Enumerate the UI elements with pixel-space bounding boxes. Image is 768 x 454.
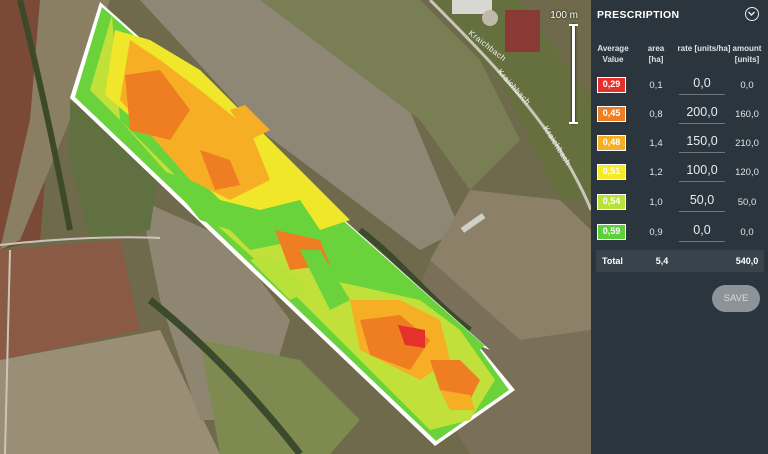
zone-area: 0,8: [649, 109, 663, 120]
zone-amount: 120,0: [735, 167, 759, 178]
table-row: 0,29 0,1 0,0 0,0: [591, 74, 768, 102]
rate-input[interactable]: 100,0: [679, 161, 725, 182]
building-roof: [505, 10, 540, 52]
zone-swatch: 0,29: [597, 77, 626, 93]
zone-swatch: 0,54: [597, 194, 626, 210]
rate-input[interactable]: 50,0: [679, 191, 725, 212]
scale-bar: [569, 24, 578, 124]
save-button[interactable]: SAVE: [712, 285, 760, 312]
header-average-value: Average Value: [597, 44, 629, 64]
total-amount: 540,0: [735, 256, 759, 266]
table-row: 0,59 0,9 0,0 0,0: [591, 221, 768, 249]
table-row: 0,48 1,4 150,0 210,0: [591, 132, 768, 160]
table-row: 0,45 0,8 200,0 160,0: [591, 103, 768, 131]
zone-area: 0,1: [649, 80, 663, 91]
header-area: area [ha]: [647, 44, 665, 64]
zone-amount: 210,0: [735, 138, 759, 149]
total-label: Total: [602, 256, 623, 266]
total-area: 5,4: [655, 256, 669, 266]
table-row: 0,51 1,2 100,0 120,0: [591, 161, 768, 189]
rate-input[interactable]: 0,0: [679, 221, 725, 242]
rate-input[interactable]: 0,0: [679, 74, 725, 95]
rate-input[interactable]: 150,0: [679, 132, 725, 153]
zone-swatch: 0,48: [597, 135, 626, 151]
header-amount: amount [units]: [732, 44, 762, 64]
map-canvas: Kraichbach Kraichbach Kraichbach: [0, 0, 591, 454]
panel-header: PRESCRIPTION: [591, 0, 768, 30]
zone-amount: 50,0: [737, 197, 757, 208]
rate-input[interactable]: 200,0: [679, 103, 725, 124]
zone-swatch: 0,51: [597, 164, 626, 180]
panel-title: PRESCRIPTION: [597, 9, 680, 21]
zone-amount: 160,0: [735, 109, 759, 120]
zone-amount: 0,0: [740, 227, 754, 238]
header-rate: rate [units/ha]: [677, 44, 731, 53]
prescription-panel: PRESCRIPTION Average Value area [ha] rat…: [591, 0, 768, 454]
scale-label: 100 m: [550, 10, 578, 21]
zone-area: 0,9: [649, 227, 663, 238]
total-row: Total 5,4 540,0: [596, 250, 764, 272]
chevron-down-circle-icon[interactable]: [745, 7, 759, 21]
zone-amount: 0,0: [740, 80, 754, 91]
zone-swatch: 0,59: [597, 224, 626, 240]
zone-area: 1,2: [649, 167, 663, 178]
app-root: Kraichbach Kraichbach Kraichbach 100 m P…: [0, 0, 768, 454]
map-scale: 100 m: [544, 8, 584, 128]
table-row: 0,54 1,0 50,0 50,0: [591, 191, 768, 219]
zone-swatch: 0,45: [597, 106, 626, 122]
satellite-map[interactable]: Kraichbach Kraichbach Kraichbach 100 m: [0, 0, 591, 454]
zone-area: 1,4: [649, 138, 663, 149]
zone-area: 1,0: [649, 197, 663, 208]
